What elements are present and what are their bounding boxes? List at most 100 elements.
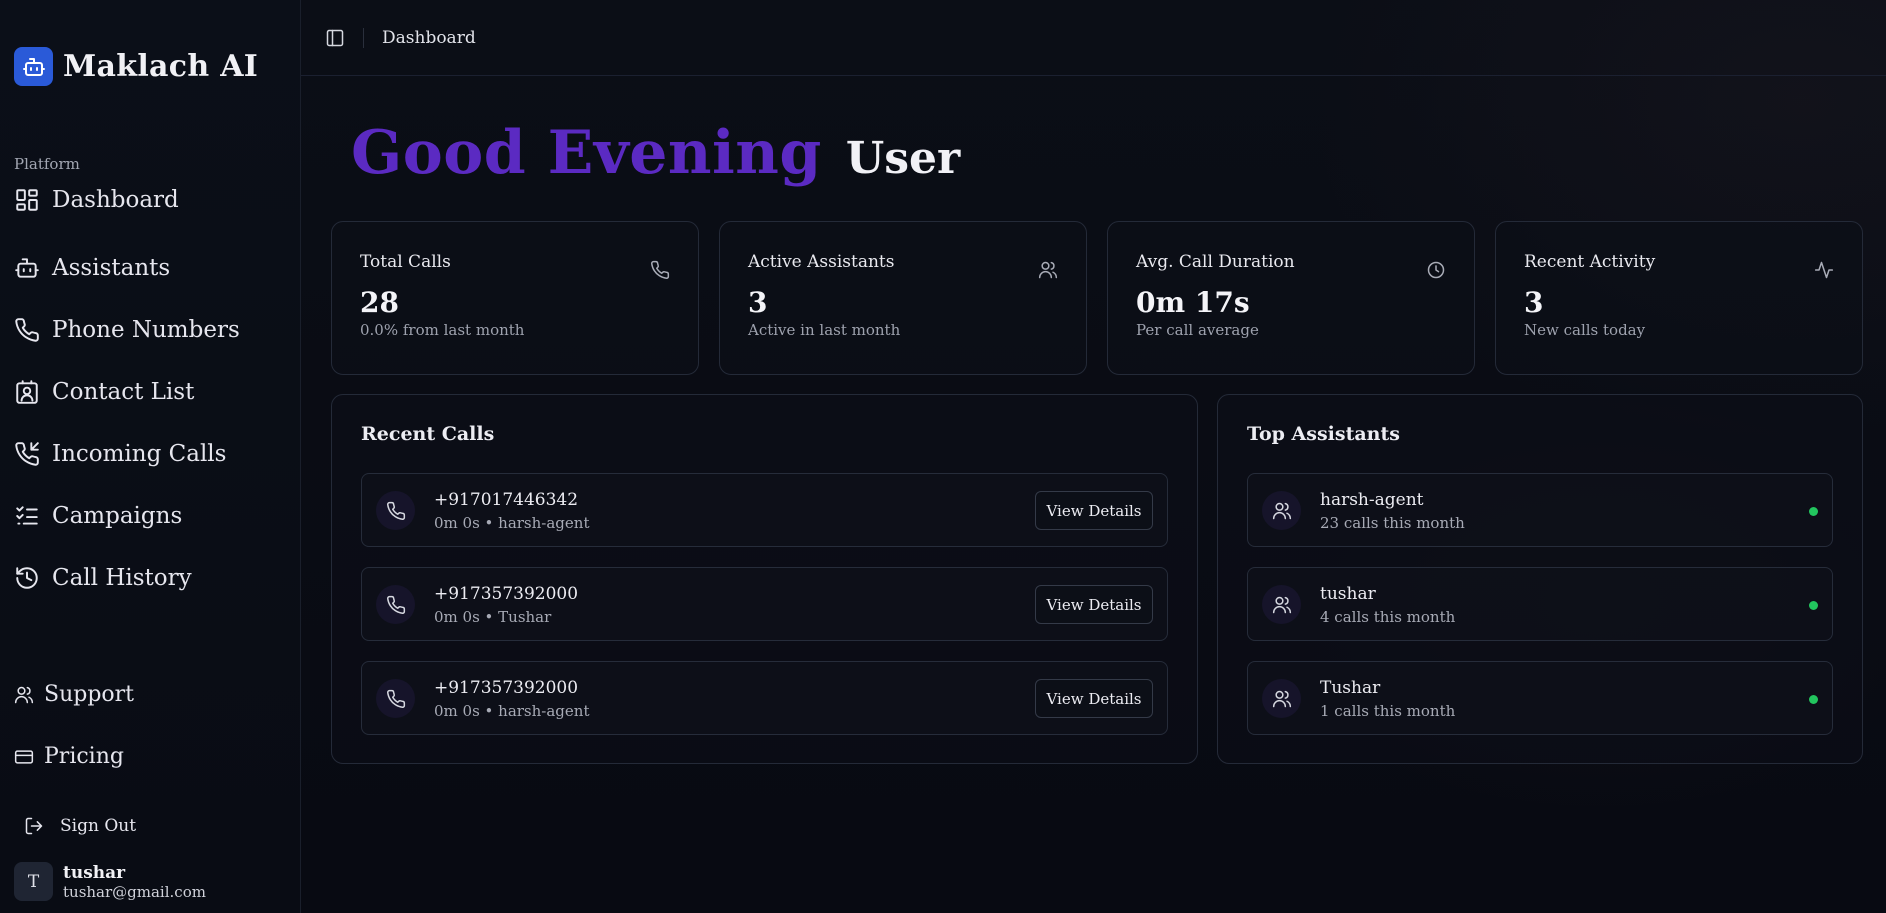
sidebar: Maklach AI Platform Dashboard Assistants… bbox=[0, 0, 301, 913]
sidebar-item-contact-list[interactable]: Contact List bbox=[14, 379, 194, 405]
assistant-detail: 4 calls this month bbox=[1320, 608, 1456, 626]
list-item[interactable]: tushar 4 calls this month bbox=[1247, 567, 1833, 641]
stat-subtext: New calls today bbox=[1524, 321, 1646, 339]
assistant-name: tushar bbox=[1320, 584, 1376, 604]
stat-value: 3 bbox=[1524, 286, 1544, 319]
user-profile[interactable]: T tushar tushar@gmail.com bbox=[14, 862, 206, 901]
panel-title: Recent Calls bbox=[361, 423, 495, 445]
stat-card-total-calls: Total Calls 28 0.0% from last month bbox=[331, 221, 699, 375]
list-item[interactable]: harsh-agent 23 calls this month bbox=[1247, 473, 1833, 547]
list-item[interactable]: Tushar 1 calls this month bbox=[1247, 661, 1833, 735]
stat-subtext: Per call average bbox=[1136, 321, 1259, 339]
sidebar-item-label: Campaigns bbox=[52, 503, 183, 529]
assistant-detail: 23 calls this month bbox=[1320, 514, 1465, 532]
phone-icon bbox=[651, 260, 670, 279]
user-email: tushar@gmail.com bbox=[63, 882, 206, 901]
assistant-name: harsh-agent bbox=[1320, 490, 1424, 510]
stat-subtext: Active in last month bbox=[748, 321, 901, 339]
assistant-detail: 1 calls this month bbox=[1320, 702, 1456, 720]
user-name: tushar bbox=[63, 862, 126, 883]
greeting-user-name: User bbox=[845, 133, 961, 184]
support-label: Support bbox=[44, 682, 135, 707]
call-number: +917017446342 bbox=[434, 490, 579, 510]
avatar: T bbox=[14, 862, 53, 901]
credit-card-icon bbox=[14, 749, 34, 764]
sidebar-item-pricing[interactable]: Pricing bbox=[14, 744, 124, 769]
users-icon bbox=[14, 686, 34, 703]
stat-title: Avg. Call Duration bbox=[1136, 252, 1295, 272]
pricing-label: Pricing bbox=[44, 744, 124, 769]
stat-card-recent-activity: Recent Activity 3 New calls today bbox=[1495, 221, 1863, 375]
activity-icon bbox=[1814, 261, 1834, 279]
stat-subtext: 0.0% from last month bbox=[360, 321, 525, 339]
stat-value: 28 bbox=[360, 286, 399, 319]
sidebar-item-incoming-calls[interactable]: Incoming Calls bbox=[14, 441, 226, 467]
phone-icon bbox=[376, 679, 415, 718]
stat-value: 0m 17s bbox=[1136, 286, 1250, 319]
view-details-button[interactable]: View Details bbox=[1035, 585, 1153, 624]
status-dot bbox=[1809, 507, 1818, 516]
sidebar-item-support[interactable]: Support bbox=[14, 682, 134, 707]
sidebar-item-label: Call History bbox=[52, 565, 192, 591]
sidebar-item-assistants[interactable]: Assistants bbox=[14, 255, 170, 281]
stat-card-avg-duration: Avg. Call Duration 0m 17s Per call avera… bbox=[1107, 221, 1475, 375]
users-icon bbox=[1262, 585, 1301, 624]
call-number: +917357392000 bbox=[434, 584, 579, 604]
divider bbox=[363, 27, 364, 48]
view-details-button[interactable]: View Details bbox=[1035, 679, 1153, 718]
list-item: +917357392000 0m 0s • harsh-agent View D… bbox=[361, 661, 1168, 735]
breadcrumb: Dashboard bbox=[382, 27, 476, 48]
brand-name: Maklach AI bbox=[63, 49, 259, 84]
dashboard-icon bbox=[16, 189, 38, 211]
main-content: Dashboard Good Evening User Total Calls … bbox=[301, 0, 1886, 913]
sidebar-item-campaigns[interactable]: Campaigns bbox=[14, 503, 182, 529]
call-number: +917357392000 bbox=[434, 678, 579, 698]
status-dot bbox=[1809, 695, 1818, 704]
top-assistants-panel: Top Assistants harsh-agent 23 calls this… bbox=[1217, 394, 1863, 764]
bot-logo-icon bbox=[14, 47, 53, 86]
phone-icon bbox=[376, 491, 415, 530]
list-item: +917357392000 0m 0s • Tushar View Detail… bbox=[361, 567, 1168, 641]
phone-icon bbox=[15, 318, 39, 342]
list-item: +917017446342 0m 0s • harsh-agent View D… bbox=[361, 473, 1168, 547]
stat-title: Active Assistants bbox=[748, 252, 895, 272]
call-detail: 0m 0s • harsh-agent bbox=[434, 514, 590, 532]
sidebar-item-label: Dashboard bbox=[52, 187, 179, 213]
sidebar-toggle-icon[interactable] bbox=[325, 28, 345, 48]
incoming-call-icon bbox=[15, 442, 39, 466]
greeting-salutation: Good Evening bbox=[351, 118, 822, 188]
platform-section-label: Platform bbox=[14, 155, 80, 173]
users-icon bbox=[1262, 679, 1301, 718]
sign-out-button[interactable]: Sign Out bbox=[24, 816, 136, 836]
sidebar-item-label: Incoming Calls bbox=[52, 441, 227, 467]
stat-title: Total Calls bbox=[360, 252, 451, 272]
sidebar-item-label: Phone Numbers bbox=[52, 317, 240, 343]
brand[interactable]: Maklach AI bbox=[14, 47, 258, 86]
call-detail: 0m 0s • harsh-agent bbox=[434, 702, 590, 720]
status-dot bbox=[1809, 601, 1818, 610]
assistant-name: Tushar bbox=[1320, 678, 1381, 698]
contact-icon bbox=[16, 380, 38, 404]
clock-icon bbox=[1427, 261, 1445, 279]
history-icon bbox=[16, 567, 38, 589]
sidebar-item-phone-numbers[interactable]: Phone Numbers bbox=[14, 317, 240, 343]
sign-out-label: Sign Out bbox=[60, 816, 137, 836]
bot-icon bbox=[15, 258, 39, 278]
recent-calls-panel: Recent Calls +917017446342 0m 0s • harsh… bbox=[331, 394, 1198, 764]
sidebar-item-label: Contact List bbox=[52, 379, 195, 405]
stat-value: 3 bbox=[748, 286, 768, 319]
sidebar-item-label: Assistants bbox=[52, 255, 171, 281]
users-icon bbox=[1038, 261, 1058, 279]
view-details-button[interactable]: View Details bbox=[1035, 491, 1153, 530]
greeting: Good Evening User bbox=[351, 118, 960, 188]
users-icon bbox=[1262, 491, 1301, 530]
stat-title: Recent Activity bbox=[1524, 252, 1656, 272]
call-detail: 0m 0s • Tushar bbox=[434, 608, 552, 626]
sidebar-item-call-history[interactable]: Call History bbox=[14, 565, 192, 591]
phone-icon bbox=[376, 585, 415, 624]
topbar: Dashboard bbox=[301, 0, 1886, 76]
log-out-icon bbox=[25, 817, 43, 835]
checklist-icon bbox=[16, 506, 38, 525]
stat-card-active-assistants: Active Assistants 3 Active in last month bbox=[719, 221, 1087, 375]
sidebar-item-dashboard[interactable]: Dashboard bbox=[14, 187, 179, 213]
